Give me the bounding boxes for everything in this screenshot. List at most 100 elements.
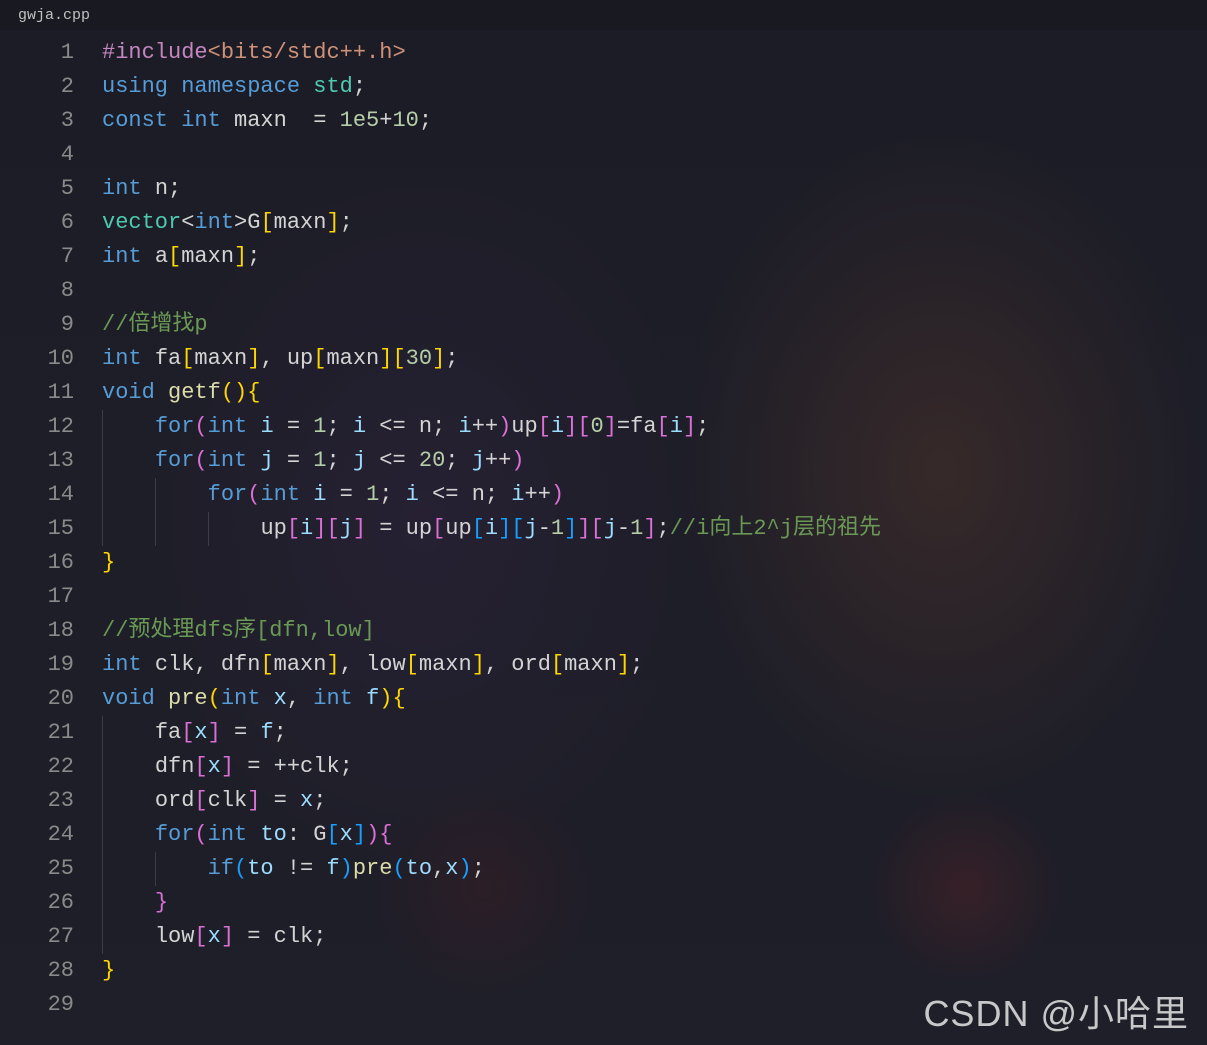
- code-line[interactable]: const int maxn = 1e5+10;: [102, 104, 1207, 138]
- token: x: [445, 856, 458, 881]
- token: low: [155, 924, 195, 949]
- token: [142, 244, 155, 269]
- token: =: [274, 448, 314, 473]
- token: clk: [274, 924, 314, 949]
- token: ;: [419, 108, 432, 133]
- line-number: 6: [0, 206, 74, 240]
- code-line[interactable]: int n;: [102, 172, 1207, 206]
- code-line[interactable]: for(int i = 1; i <= n; i++)up[i][0]=fa[i…: [102, 410, 1207, 444]
- code-line[interactable]: for(int to: G[x]){: [102, 818, 1207, 852]
- token: ]: [577, 516, 590, 541]
- token: using: [102, 74, 168, 99]
- code-line[interactable]: [102, 138, 1207, 172]
- token: std: [313, 74, 353, 99]
- code-line[interactable]: [102, 274, 1207, 308]
- code-line[interactable]: using namespace std;: [102, 70, 1207, 104]
- token: ): [511, 448, 524, 473]
- token: ): [379, 686, 392, 711]
- token: [155, 686, 168, 711]
- token: =: [260, 788, 300, 813]
- token: ]: [326, 652, 339, 677]
- token: [: [181, 346, 194, 371]
- code-line[interactable]: //倍增找p: [102, 308, 1207, 342]
- token: ]: [326, 210, 339, 235]
- code-line[interactable]: fa[x] = f;: [102, 716, 1207, 750]
- token: }: [155, 890, 168, 915]
- token: 1e5: [340, 108, 380, 133]
- token: i: [406, 482, 419, 507]
- token: int: [260, 482, 300, 507]
- token: i: [485, 516, 498, 541]
- code-line[interactable]: for(int j = 1; j <= 20; j++): [102, 444, 1207, 478]
- token: {: [247, 380, 260, 405]
- line-number: 8: [0, 274, 74, 308]
- token: -: [538, 516, 551, 541]
- code-line[interactable]: void getf(){: [102, 376, 1207, 410]
- code-line[interactable]: }: [102, 954, 1207, 988]
- token: for: [155, 448, 195, 473]
- token: //倍增找p: [102, 312, 208, 337]
- token: ;: [657, 516, 670, 541]
- line-number: 5: [0, 172, 74, 206]
- code-line[interactable]: int a[maxn];: [102, 240, 1207, 274]
- token: <: [181, 210, 194, 235]
- code-line[interactable]: [102, 988, 1207, 1022]
- code-line[interactable]: //预处理dfs序[dfn,low]: [102, 614, 1207, 648]
- code-line[interactable]: }: [102, 546, 1207, 580]
- token: vector: [102, 210, 181, 235]
- code-line[interactable]: for(int i = 1; i <= n; i++): [102, 478, 1207, 512]
- token: [: [260, 210, 273, 235]
- token: }: [102, 550, 115, 575]
- line-number: 21: [0, 716, 74, 750]
- code-line[interactable]: #include<bits/stdc++.h>: [102, 36, 1207, 70]
- token: 1: [313, 448, 326, 473]
- line-number: 27: [0, 920, 74, 954]
- editor-area[interactable]: 1234567891011121314151617181920212223242…: [0, 30, 1207, 1022]
- line-number: 19: [0, 648, 74, 682]
- code-line[interactable]: }: [102, 886, 1207, 920]
- token: maxn: [564, 652, 617, 677]
- token: [247, 448, 260, 473]
- token: ++: [485, 448, 511, 473]
- token: n: [419, 414, 432, 439]
- token: ord: [511, 652, 551, 677]
- token: ord: [155, 788, 195, 813]
- code-line[interactable]: ord[clk] = x;: [102, 784, 1207, 818]
- token: int: [102, 176, 142, 201]
- code-line[interactable]: int clk, dfn[maxn], low[maxn], ord[maxn]…: [102, 648, 1207, 682]
- line-number-gutter: 1234567891011121314151617181920212223242…: [0, 36, 102, 1022]
- code-line[interactable]: up[i][j] = up[up[i][j-1]][j-1];//i向上2^j层…: [102, 512, 1207, 546]
- line-number: 14: [0, 478, 74, 512]
- token: [353, 686, 366, 711]
- token: i: [511, 482, 524, 507]
- line-number: 22: [0, 750, 74, 784]
- token: <=: [366, 414, 419, 439]
- tab-filename[interactable]: gwja.cpp: [18, 7, 90, 24]
- code-line[interactable]: [102, 580, 1207, 614]
- line-number: 12: [0, 410, 74, 444]
- line-number: 1: [0, 36, 74, 70]
- token: j: [604, 516, 617, 541]
- token: >: [234, 210, 247, 235]
- code-line[interactable]: if(to != f)pre(to,x);: [102, 852, 1207, 886]
- code-line[interactable]: int fa[maxn], up[maxn][30];: [102, 342, 1207, 376]
- token: ]: [208, 720, 221, 745]
- token: ;: [696, 414, 709, 439]
- token: j: [472, 448, 485, 473]
- token: [247, 414, 260, 439]
- token: 1: [551, 516, 564, 541]
- code-content[interactable]: #include<bits/stdc++.h>using namespace s…: [102, 36, 1207, 1022]
- token: ]: [353, 516, 366, 541]
- token: [: [406, 652, 419, 677]
- token: //i向上2^j层的祖先: [670, 516, 881, 541]
- code-line[interactable]: void pre(int x, int f){: [102, 682, 1207, 716]
- token: dfn: [155, 754, 195, 779]
- token: ): [458, 856, 471, 881]
- code-line[interactable]: low[x] = clk;: [102, 920, 1207, 954]
- token: void: [102, 686, 155, 711]
- code-line[interactable]: dfn[x] = ++clk;: [102, 750, 1207, 784]
- line-number: 13: [0, 444, 74, 478]
- token: [: [538, 414, 551, 439]
- code-line[interactable]: vector<int>G[maxn];: [102, 206, 1207, 240]
- line-number: 7: [0, 240, 74, 274]
